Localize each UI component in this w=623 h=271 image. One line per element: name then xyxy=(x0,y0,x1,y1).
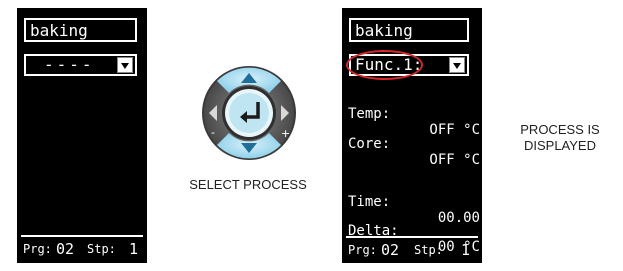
program-select[interactable]: ---- xyxy=(24,54,137,76)
right-display: baking Func.1: Temp: OFF °C Core: OFF °C… xyxy=(342,8,482,263)
program-select-value: ---- xyxy=(44,55,95,74)
keypad-graphic: - + xyxy=(202,66,296,160)
status-bar: Prg: 02 Stp: 1 xyxy=(21,235,143,258)
function-select[interactable]: Func.1: xyxy=(346,50,469,80)
highlight-ring xyxy=(346,50,423,80)
core-value: OFF °C xyxy=(429,152,480,168)
program-name-field: baking xyxy=(349,18,469,42)
prg-value: 02 xyxy=(381,241,400,259)
minus-symbol: - xyxy=(211,126,215,139)
core-label: Core: xyxy=(348,136,391,152)
stp-value: 1 xyxy=(461,241,471,259)
delta-row: Delta: 00 °C xyxy=(348,207,480,271)
stp-value: 1 xyxy=(129,240,139,258)
caption-line-2: DISPLAYED xyxy=(523,138,596,153)
prg-label: Prg: xyxy=(348,243,377,257)
left-display: baking ---- Prg: 02 Stp: 1 xyxy=(17,8,147,263)
core-row: Core: OFF °C xyxy=(348,120,480,184)
dropdown-button[interactable] xyxy=(449,57,465,73)
prg-label: Prg: xyxy=(23,242,52,256)
dropdown-button[interactable] xyxy=(117,57,133,73)
plus-symbol: + xyxy=(281,127,290,140)
select-process-caption: SELECT PROCESS xyxy=(189,177,307,192)
stp-label: Stp: xyxy=(87,242,116,256)
program-name-field: baking xyxy=(24,18,137,42)
status-bar: Prg: 02 Stp: 1 xyxy=(346,236,478,259)
stp-label: Stp: xyxy=(414,243,443,257)
process-displayed-caption: PROCESS IS DISPLAYED xyxy=(510,122,610,154)
chevron-down-icon xyxy=(121,63,129,69)
chevron-down-icon xyxy=(453,63,461,69)
caption-line-1: PROCESS IS xyxy=(520,122,600,137)
prg-value: 02 xyxy=(56,240,75,258)
navigation-keypad[interactable]: - + xyxy=(200,64,298,162)
delta-value: 00 °C xyxy=(437,239,480,255)
